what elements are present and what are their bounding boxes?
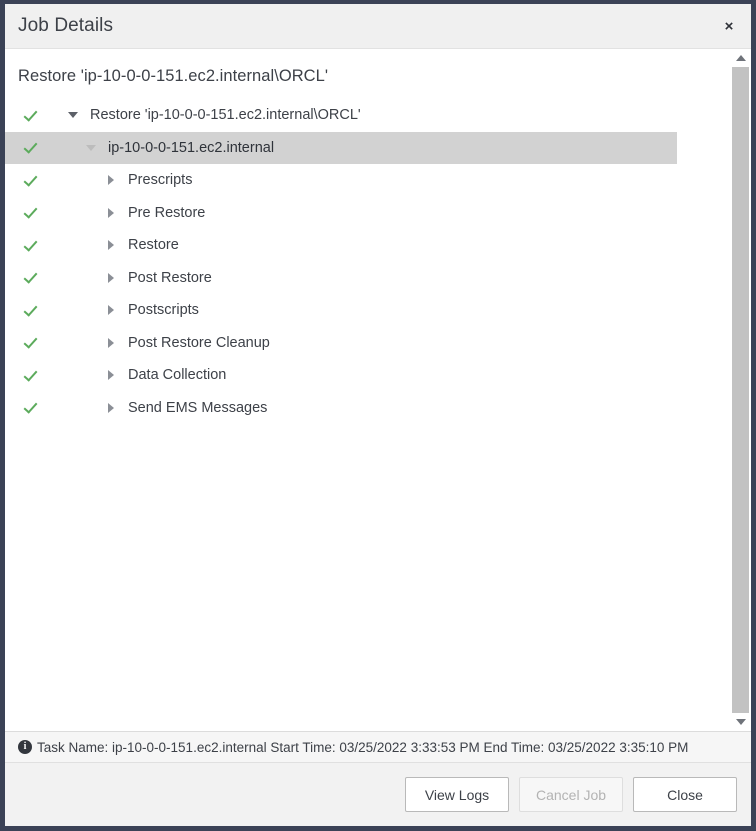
chevron-down-icon[interactable] bbox=[65, 112, 81, 119]
tree-row-label: Restore 'ip-10-0-0-151.ec2.internal\ORCL… bbox=[90, 107, 361, 124]
task-status-cell bbox=[5, 173, 57, 188]
task-status-cell bbox=[5, 140, 57, 155]
tree-row-label: Restore bbox=[128, 237, 179, 254]
task-status-cell bbox=[5, 108, 57, 123]
check-icon bbox=[24, 400, 39, 415]
tree-row-label: Data Collection bbox=[128, 367, 227, 384]
tree-row[interactable]: ip-10-0-0-151.ec2.internal bbox=[5, 131, 677, 164]
tree-row[interactable]: Prescripts bbox=[5, 164, 729, 197]
status-bar-text: Task Name: ip-10-0-0-151.ec2.internal St… bbox=[37, 739, 689, 755]
scroll-up-icon[interactable] bbox=[730, 49, 751, 67]
dialog-body: Restore 'ip-10-0-0-151.ec2.internal\ORCL… bbox=[5, 49, 751, 762]
twisty-glyph bbox=[108, 402, 114, 413]
chevron-right-icon[interactable] bbox=[103, 272, 119, 283]
chevron-down-icon[interactable] bbox=[83, 144, 99, 151]
scrollbar-track[interactable] bbox=[730, 67, 751, 713]
task-status-cell bbox=[5, 303, 57, 318]
tree-row-label: Send EMS Messages bbox=[128, 399, 268, 416]
close-icon[interactable]: × bbox=[718, 15, 740, 37]
chevron-right-icon[interactable] bbox=[103, 207, 119, 218]
check-icon bbox=[24, 335, 39, 350]
tree-row-label: Post Restore Cleanup bbox=[128, 334, 270, 351]
check-icon bbox=[24, 368, 39, 383]
info-icon: i bbox=[18, 740, 32, 754]
twisty-glyph bbox=[68, 112, 78, 119]
twisty-glyph bbox=[86, 144, 96, 151]
tree-row-label: ip-10-0-0-151.ec2.internal bbox=[108, 139, 275, 156]
task-status-cell bbox=[5, 205, 57, 220]
tree-row[interactable]: Pre Restore bbox=[5, 197, 729, 230]
chevron-right-icon[interactable] bbox=[103, 402, 119, 413]
job-heading: Restore 'ip-10-0-0-151.ec2.internal\ORCL… bbox=[18, 67, 329, 85]
dialog-title: Job Details bbox=[18, 15, 114, 36]
chevron-right-icon[interactable] bbox=[103, 175, 119, 186]
close-button[interactable]: Close bbox=[633, 777, 737, 812]
task-status-cell bbox=[5, 368, 57, 383]
scrollbar-thumb[interactable] bbox=[732, 67, 749, 713]
job-content-area: Restore 'ip-10-0-0-151.ec2.internal\ORCL… bbox=[5, 49, 751, 731]
tree-row[interactable]: Send EMS Messages bbox=[5, 392, 729, 425]
check-icon bbox=[24, 140, 39, 155]
scroll-down-icon[interactable] bbox=[730, 713, 751, 731]
tree-row[interactable]: Data Collection bbox=[5, 359, 729, 392]
task-status-cell bbox=[5, 270, 57, 285]
check-icon bbox=[24, 270, 39, 285]
chevron-right-icon[interactable] bbox=[103, 305, 119, 316]
task-status-cell bbox=[5, 335, 57, 350]
cancel-job-button: Cancel Job bbox=[519, 777, 623, 812]
dialog-titlebar: Job Details × bbox=[5, 4, 751, 49]
check-icon bbox=[24, 205, 39, 220]
vertical-scrollbar[interactable] bbox=[730, 49, 751, 731]
job-details-dialog: Job Details × Restore 'ip-10-0-0-151.ec2… bbox=[0, 0, 756, 831]
tree-row[interactable]: Postscripts bbox=[5, 294, 729, 327]
twisty-glyph bbox=[108, 370, 114, 381]
dialog-footer: View Logs Cancel Job Close bbox=[5, 762, 751, 826]
check-icon bbox=[24, 238, 39, 253]
tree-row-label: Postscripts bbox=[128, 302, 199, 319]
check-icon bbox=[24, 303, 39, 318]
check-icon bbox=[24, 173, 39, 188]
task-status-cell bbox=[5, 238, 57, 253]
chevron-right-icon[interactable] bbox=[103, 240, 119, 251]
twisty-glyph bbox=[108, 305, 114, 316]
chevron-right-icon[interactable] bbox=[103, 337, 119, 348]
status-bar: i Task Name: ip-10-0-0-151.ec2.internal … bbox=[5, 731, 751, 762]
tree-row[interactable]: Post Restore bbox=[5, 262, 729, 295]
check-icon bbox=[24, 108, 39, 123]
twisty-glyph bbox=[108, 272, 114, 283]
twisty-glyph bbox=[108, 337, 114, 348]
tree-row[interactable]: Restore bbox=[5, 229, 729, 262]
twisty-glyph bbox=[108, 207, 114, 218]
view-logs-button[interactable]: View Logs bbox=[405, 777, 509, 812]
tree-row[interactable]: Restore 'ip-10-0-0-151.ec2.internal\ORCL… bbox=[5, 99, 729, 132]
tree-row[interactable]: Post Restore Cleanup bbox=[5, 327, 729, 360]
tree-row-label: Pre Restore bbox=[128, 204, 206, 221]
twisty-glyph bbox=[108, 240, 114, 251]
tree-row-label: Post Restore bbox=[128, 269, 212, 286]
twisty-glyph bbox=[108, 175, 114, 186]
tree-row-label: Prescripts bbox=[128, 172, 193, 189]
task-status-cell bbox=[5, 400, 57, 415]
job-task-tree: Restore 'ip-10-0-0-151.ec2.internal\ORCL… bbox=[5, 99, 729, 424]
chevron-right-icon[interactable] bbox=[103, 370, 119, 381]
